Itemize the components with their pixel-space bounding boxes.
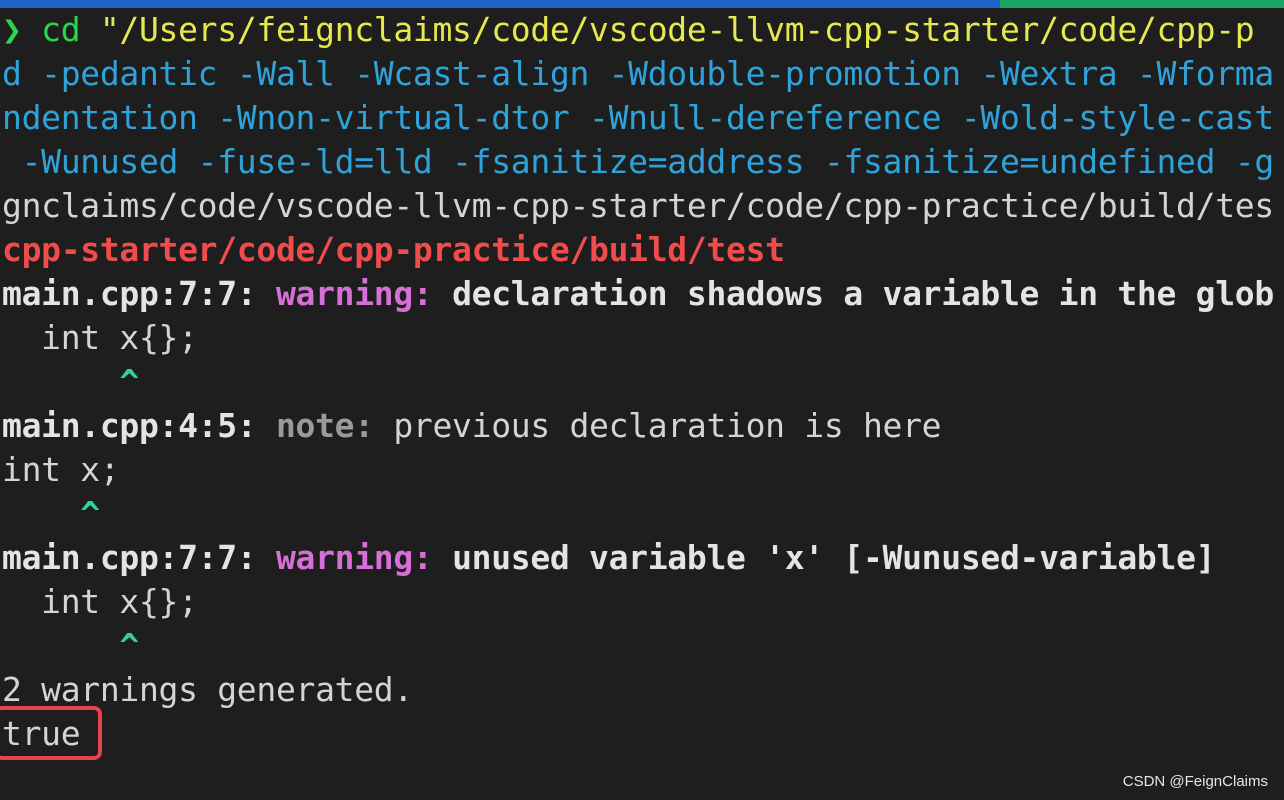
terminal-line-cd-command: ❯ cd "/Users/feignclaims/code/vscode-llv… — [2, 8, 1255, 52]
terminal-text-segment: declaration shadows a variable in the gl… — [452, 274, 1274, 313]
terminal-text-segment: ^ — [2, 626, 139, 665]
terminal-text-segment: int x; — [2, 450, 120, 489]
terminal-text-segment: 2 warnings generated. — [2, 670, 413, 709]
terminal-text-segment: d -pedantic -Wall -Wcast-align -Wdouble-… — [2, 54, 1274, 93]
status-bar-segment-green — [1000, 0, 1284, 8]
terminal-line-code-snippet: int x{}; — [2, 316, 198, 360]
terminal-line-caret: ^ — [2, 492, 100, 536]
terminal-text-segment: -Wunused -fuse-ld=lld -fsanitize=address… — [2, 142, 1275, 181]
top-status-bar — [0, 0, 1284, 8]
watermark: CSDN @FeignClaims — [1122, 773, 1268, 790]
terminal-text-segment: warning: — [275, 274, 453, 313]
terminal-line-code-snippet: int x; — [2, 448, 120, 492]
terminal-text-segment: note: — [275, 406, 394, 445]
terminal-line-flags-3: -Wunused -fuse-ld=lld -fsanitize=address… — [2, 140, 1275, 184]
terminal-text-segment: unused variable 'x' [-Wunused-variable] — [452, 538, 1216, 577]
terminal-line-unused-warning: main.cpp:7:7: warning: unused variable '… — [2, 536, 1216, 580]
terminal-line-build-path: cpp-starter/code/cpp-practice/build/test — [2, 228, 785, 272]
terminal-text-segment: ❯ — [2, 10, 42, 49]
terminal-text-segment: previous declaration is here — [393, 406, 942, 445]
terminal-text-segment: gnclaims/code/vscode-llvm-cpp-starter/co… — [2, 186, 1274, 225]
terminal-text-segment: cpp-starter/code/cpp-practice/build/test — [2, 230, 785, 269]
terminal-text-segment: int x{}; — [2, 318, 198, 357]
terminal-line-code-snippet: int x{}; — [2, 580, 198, 624]
highlight-annotation-box — [0, 706, 102, 760]
terminal-text-segment: main.cpp:7:7: — [2, 538, 276, 577]
terminal-text-segment: "/Users/feignclaims/code/vscode-llvm-cpp… — [99, 10, 1255, 49]
terminal-text-segment: main.cpp:7:7: — [2, 274, 276, 313]
terminal-text-segment: int x{}; — [2, 582, 198, 621]
terminal-text-segment: main.cpp:4:5: — [2, 406, 276, 445]
terminal-line-shadow-warning: main.cpp:7:7: warning: declaration shado… — [2, 272, 1274, 316]
terminal-output[interactable]: ❯ cd "/Users/feignclaims/code/vscode-llv… — [0, 8, 1284, 800]
terminal-line-flags-1: d -pedantic -Wall -Wcast-align -Wdouble-… — [2, 52, 1274, 96]
terminal-text-segment: ndentation -Wnon-virtual-dtor -Wnull-der… — [2, 98, 1274, 137]
status-bar-segment-blue — [0, 0, 1010, 8]
terminal-line-note: main.cpp:4:5: note: previous declaration… — [2, 404, 942, 448]
terminal-text-segment: cd — [41, 10, 100, 49]
terminal-text-segment: warning: — [275, 538, 453, 577]
terminal-text-segment: ^ — [2, 494, 100, 533]
terminal-line-flags-2: ndentation -Wnon-virtual-dtor -Wnull-der… — [2, 96, 1274, 140]
terminal-line-caret: ^ — [2, 360, 139, 404]
terminal-line-output-path: gnclaims/code/vscode-llvm-cpp-starter/co… — [2, 184, 1274, 228]
terminal-text-segment: ^ — [2, 362, 139, 401]
terminal-line-caret: ^ — [2, 624, 139, 668]
